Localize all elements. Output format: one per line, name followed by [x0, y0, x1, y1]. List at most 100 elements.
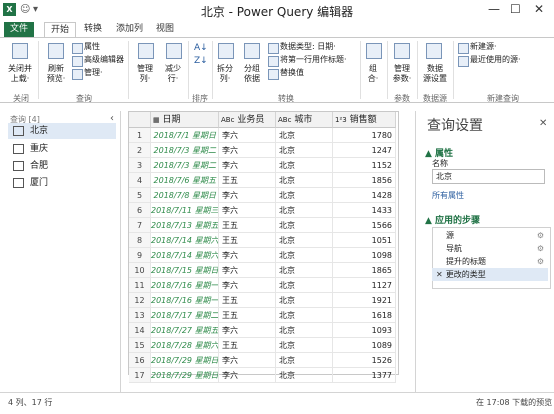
gear-icon[interactable]: ⚙: [537, 255, 544, 268]
close-load-button[interactable]: 关闭并 上载·: [4, 64, 36, 84]
row-number[interactable]: 1: [129, 128, 151, 143]
cell-salesperson[interactable]: 王五: [219, 233, 276, 248]
cell-salesperson[interactable]: 李六: [219, 368, 276, 383]
first-row-header-button[interactable]: 将第一行用作标题·: [280, 55, 347, 65]
step-changed-type[interactable]: ✕ 更改的类型: [432, 268, 548, 281]
row-number[interactable]: 15: [129, 338, 151, 353]
row-number[interactable]: 3: [129, 158, 151, 173]
maximize-button[interactable]: ☐: [510, 2, 521, 16]
cell-city[interactable]: 北京: [276, 368, 333, 383]
cell-city[interactable]: 北京: [276, 143, 333, 158]
cell-salesperson[interactable]: 李六: [219, 203, 276, 218]
cell-sales[interactable]: 1428: [333, 188, 396, 203]
step-source[interactable]: 源 ⚙: [432, 229, 548, 242]
cell-sales[interactable]: 1618: [333, 308, 396, 323]
cell-city[interactable]: 北京: [276, 188, 333, 203]
cell-city[interactable]: 北京: [276, 158, 333, 173]
cell-sales[interactable]: 1098: [333, 248, 396, 263]
row-number[interactable]: 2: [129, 143, 151, 158]
cell-sales[interactable]: 1152: [333, 158, 396, 173]
cell-sales[interactable]: 1089: [333, 338, 396, 353]
cell-city[interactable]: 北京: [276, 338, 333, 353]
grid-corner[interactable]: [129, 112, 151, 128]
cell-date[interactable]: 2018/7/17 星期二: [151, 308, 219, 323]
advanced-editor-button[interactable]: 高级编辑器: [84, 55, 124, 65]
data-type-dropdown[interactable]: 数据类型: 日期·: [280, 42, 336, 52]
row-number[interactable]: 14: [129, 323, 151, 338]
delete-step-icon[interactable]: ✕: [436, 270, 443, 279]
tab-view[interactable]: 视图: [150, 22, 180, 37]
cell-salesperson[interactable]: 王五: [219, 293, 276, 308]
applied-steps-header[interactable]: ▲ 应用的步骤: [425, 213, 480, 226]
cell-sales[interactable]: 1433: [333, 203, 396, 218]
reduce-rows-button[interactable]: 减少 行·: [158, 64, 188, 84]
cell-date[interactable]: 2018/7/16 星期一: [151, 278, 219, 293]
cell-sales[interactable]: 1780: [333, 128, 396, 143]
source-settings-button[interactable]: 数据 源设置: [418, 64, 452, 84]
cell-salesperson[interactable]: 李六: [219, 278, 276, 293]
row-number[interactable]: 7: [129, 218, 151, 233]
minimize-button[interactable]: —: [488, 2, 500, 16]
cell-sales[interactable]: 1865: [333, 263, 396, 278]
cell-sales[interactable]: 1127: [333, 278, 396, 293]
cell-date[interactable]: 2018/7/13 星期五: [151, 218, 219, 233]
query-item-chongqing[interactable]: 重庆: [8, 141, 116, 157]
cell-city[interactable]: 北京: [276, 218, 333, 233]
query-item-beijing[interactable]: 北京: [8, 123, 116, 139]
step-promoted-headers[interactable]: 提升的标题 ⚙: [432, 255, 548, 268]
row-number[interactable]: 4: [129, 173, 151, 188]
text-type-icon[interactable]: ABc: [221, 116, 234, 124]
cell-salesperson[interactable]: 王五: [219, 173, 276, 188]
cell-sales[interactable]: 1051: [333, 233, 396, 248]
column-header-sales[interactable]: 1²3 销售额: [333, 112, 396, 128]
gear-icon[interactable]: ⚙: [537, 242, 544, 255]
cell-salesperson[interactable]: 王五: [219, 338, 276, 353]
query-name-input[interactable]: 北京: [432, 169, 545, 184]
cell-city[interactable]: 北京: [276, 233, 333, 248]
row-number[interactable]: 12: [129, 293, 151, 308]
manage-query-button[interactable]: 管理·: [84, 68, 103, 78]
cell-sales[interactable]: 1566: [333, 218, 396, 233]
row-number[interactable]: 9: [129, 248, 151, 263]
cell-date[interactable]: 2018/7/3 星期二: [151, 143, 219, 158]
properties-button[interactable]: 属性: [84, 42, 100, 52]
cell-salesperson[interactable]: 李六: [219, 128, 276, 143]
cell-date[interactable]: 2018/7/16 星期一: [151, 293, 219, 308]
tab-transform[interactable]: 转换: [78, 22, 108, 37]
split-column-button[interactable]: 拆分 列·: [212, 64, 238, 84]
cell-salesperson[interactable]: 李六: [219, 263, 276, 278]
tab-add-column[interactable]: 添加列: [110, 22, 149, 37]
cell-city[interactable]: 北京: [276, 128, 333, 143]
row-number[interactable]: 6: [129, 203, 151, 218]
row-number[interactable]: 16: [129, 353, 151, 368]
cell-salesperson[interactable]: 李六: [219, 353, 276, 368]
gear-icon[interactable]: ⚙: [537, 229, 544, 242]
cell-date[interactable]: 2018/7/1 星期日: [151, 128, 219, 143]
new-source-button[interactable]: 新建源·: [470, 42, 497, 52]
row-number[interactable]: 17: [129, 368, 151, 383]
query-item-hefei[interactable]: 合肥: [8, 158, 116, 174]
date-type-icon[interactable]: ▦: [153, 116, 160, 124]
cell-city[interactable]: 北京: [276, 323, 333, 338]
cell-city[interactable]: 北京: [276, 263, 333, 278]
cell-city[interactable]: 北京: [276, 248, 333, 263]
cell-date[interactable]: 2018/7/27 星期五: [151, 323, 219, 338]
close-icon[interactable]: ✕: [539, 118, 547, 129]
tab-home[interactable]: 开始: [44, 22, 77, 38]
cell-salesperson[interactable]: 王五: [219, 308, 276, 323]
cell-salesperson[interactable]: 李六: [219, 143, 276, 158]
cell-sales[interactable]: 1247: [333, 143, 396, 158]
cell-sales[interactable]: 1093: [333, 323, 396, 338]
cell-date[interactable]: 2018/7/29 星期日: [151, 368, 219, 383]
manage-columns-button[interactable]: 管理 列·: [130, 64, 160, 84]
cell-salesperson[interactable]: 李六: [219, 158, 276, 173]
cell-date[interactable]: 2018/7/3 星期二: [151, 158, 219, 173]
query-item-xiamen[interactable]: 厦门: [8, 175, 116, 191]
cell-date[interactable]: 2018/7/8 星期日: [151, 188, 219, 203]
cell-city[interactable]: 北京: [276, 203, 333, 218]
row-number[interactable]: 10: [129, 263, 151, 278]
cell-city[interactable]: 北京: [276, 278, 333, 293]
cell-date[interactable]: 2018/7/14 星期六: [151, 233, 219, 248]
cell-sales[interactable]: 1526: [333, 353, 396, 368]
close-button[interactable]: ✕: [534, 2, 544, 16]
